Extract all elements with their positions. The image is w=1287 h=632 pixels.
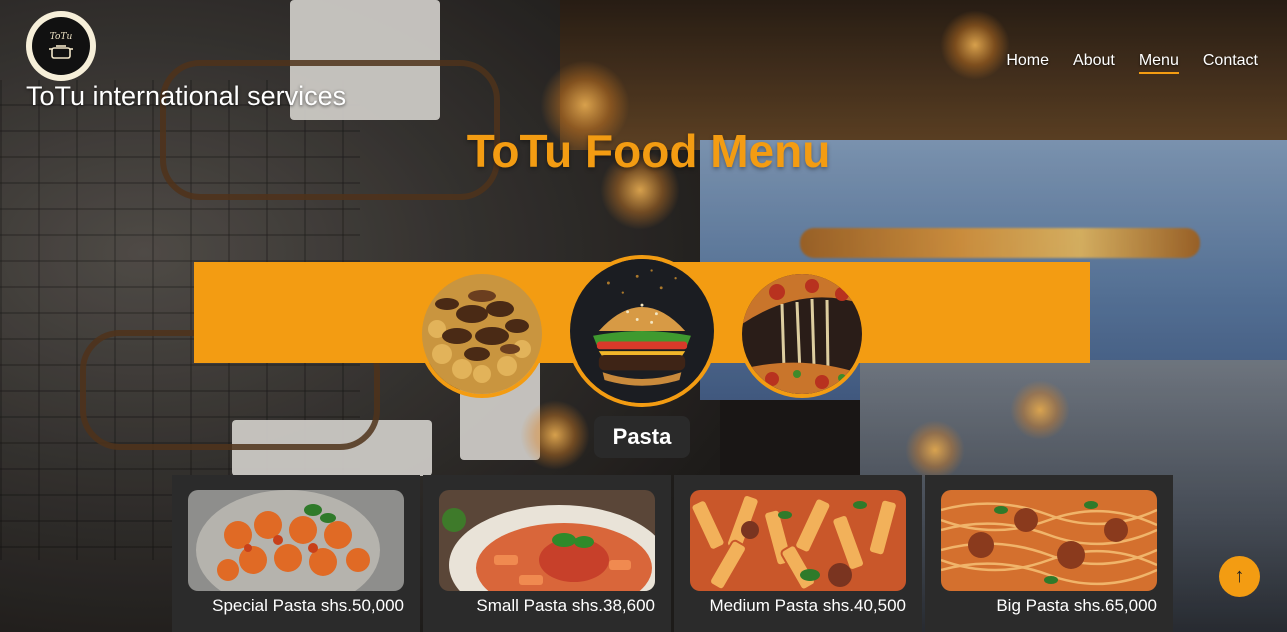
nav-about[interactable]: About xyxy=(1073,52,1115,74)
beef-pasta-image xyxy=(422,274,542,394)
product-card[interactable]: Special Pasta shs.50,000 xyxy=(172,475,420,632)
site-name: ToTu international services xyxy=(26,81,347,111)
product-card[interactable]: Small Pasta shs.38,600 xyxy=(423,475,671,632)
logo-text: ToTu xyxy=(49,31,73,42)
nav-contact[interactable]: Contact xyxy=(1203,52,1258,74)
category-pasta[interactable] xyxy=(418,270,546,398)
medium-pasta-image xyxy=(690,490,906,591)
product-caption: Medium Pasta shs.40,500 xyxy=(709,596,906,615)
product-card[interactable]: Medium Pasta shs.40,500 xyxy=(674,475,922,632)
product-list: Special Pasta shs.50,000 Small Pasta shs… xyxy=(172,475,1173,632)
small-pasta-image xyxy=(439,490,655,591)
logo-badge: ToTu xyxy=(32,17,90,75)
product-caption: Special Pasta shs.50,000 xyxy=(212,596,404,615)
cooking-pot-icon xyxy=(49,44,73,59)
main-nav: Home About Menu Contact xyxy=(1006,52,1258,74)
category-selected-label: Pasta xyxy=(594,416,690,458)
logo[interactable]: ToTu xyxy=(26,11,96,81)
product-caption: Small Pasta shs.38,600 xyxy=(476,596,655,615)
category-pizza[interactable] xyxy=(738,270,866,398)
product-caption: Big Pasta shs.65,000 xyxy=(996,596,1157,615)
big-pasta-image xyxy=(941,490,1157,591)
arrow-up-icon: ↑ xyxy=(1234,565,1245,587)
burger-image xyxy=(570,259,714,403)
nav-home[interactable]: Home xyxy=(1006,52,1049,74)
category-burger[interactable] xyxy=(566,255,718,407)
special-pasta-image xyxy=(188,490,404,591)
nav-menu[interactable]: Menu xyxy=(1138,52,1179,74)
product-card[interactable]: Big Pasta shs.65,000 xyxy=(925,475,1173,632)
scroll-to-top-button[interactable]: ↑ xyxy=(1219,556,1260,597)
page-title: ToTu Food Menu xyxy=(466,125,831,177)
pizza-image xyxy=(742,274,862,394)
